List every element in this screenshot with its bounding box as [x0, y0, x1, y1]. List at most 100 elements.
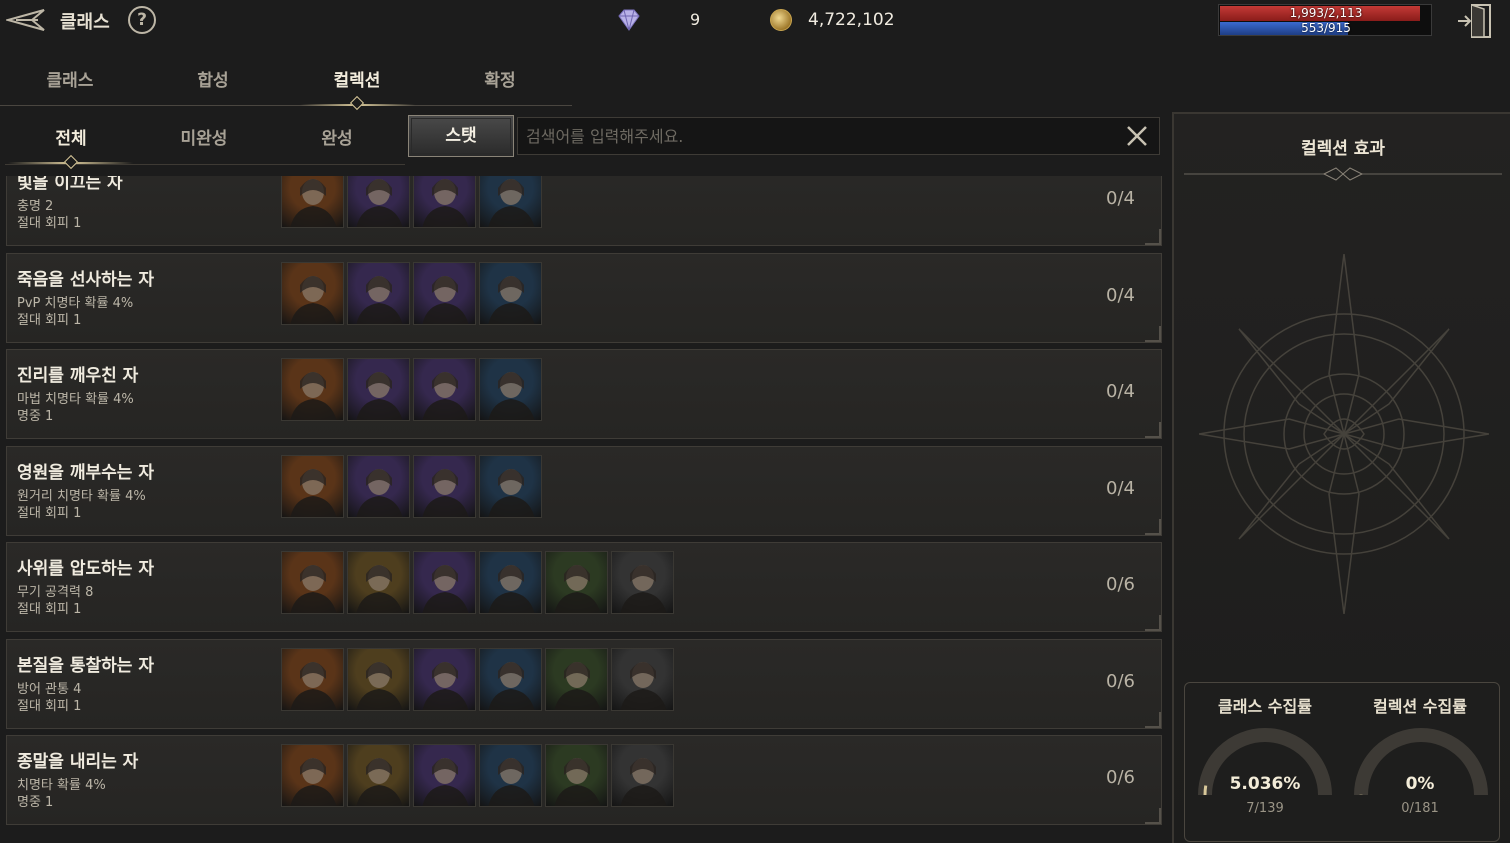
- character-portrait[interactable]: [611, 744, 674, 807]
- character-portrait[interactable]: [281, 551, 344, 614]
- collection-stat: 절대 회피 1: [17, 505, 82, 521]
- collection-rate-count: 0/181: [1401, 801, 1439, 816]
- character-portrait[interactable]: [479, 454, 542, 518]
- character-portrait[interactable]: [479, 176, 542, 228]
- character-portrait[interactable]: [281, 647, 344, 711]
- sub-tab-bar: 전체 미완성 완성 스탯: [0, 112, 1165, 170]
- panel-title: 컬렉션 효과: [1300, 139, 1386, 159]
- collection-row[interactable]: 진리를 깨우친 자 마법 치명타 확률 4% 명중 1 0/4: [6, 349, 1162, 439]
- collection-row[interactable]: 영원을 깨부수는 자 원거리 치명타 확률 4% 절대 회피 1 0/4: [6, 445, 1162, 536]
- main-tab-bar: 클래스 합성 컬렉션 확정: [0, 54, 572, 111]
- collection-name: 본질을 통찰하는 자: [17, 655, 154, 676]
- collection-effect-panel: 컬렉션 효과 클래스 수집률 컬렉션 수집률 5.036% 0% 7/139 0…: [1172, 112, 1510, 843]
- page-title: 클래스: [60, 12, 110, 33]
- collection-row[interactable]: 빛을 이끄는 자 충명 2 절대 회피 1 0/4: [6, 176, 1162, 246]
- collection-row[interactable]: 본질을 통찰하는 자 방어 관통 4 절대 회피 1 0/6: [6, 638, 1162, 729]
- character-portrait[interactable]: [545, 744, 608, 807]
- collection-name: 진리를 깨우친 자: [17, 366, 139, 386]
- collection-progress-count: 0/4: [1106, 188, 1135, 209]
- collection-progress-count: 0/6: [1106, 670, 1135, 692]
- hp-text: 1,993/2,113: [1289, 6, 1363, 20]
- portrait-list: [281, 358, 542, 422]
- character-portrait[interactable]: [413, 261, 476, 325]
- gold-coin-icon: [770, 9, 792, 31]
- stat-filter-button[interactable]: 스탯: [408, 115, 514, 157]
- tab-synthesis[interactable]: 합성: [143, 66, 283, 91]
- active-tab-diamond-icon: [349, 95, 365, 111]
- subtab-incomplete[interactable]: 미완성: [139, 124, 269, 149]
- mp-text: 553/915: [1301, 21, 1351, 35]
- character-portrait[interactable]: [479, 358, 542, 421]
- character-portrait[interactable]: [347, 744, 410, 807]
- collection-progress-count: 0/4: [1106, 477, 1135, 499]
- character-portrait[interactable]: [413, 358, 476, 421]
- character-portrait[interactable]: [545, 647, 608, 711]
- character-portrait[interactable]: [611, 551, 674, 614]
- collection-name: 빛을 이끄는 자: [17, 176, 123, 193]
- collection-row[interactable]: 죽음을 선사하는 자 PvP 치명타 확률 4% 절대 회피 1 0/4: [6, 252, 1162, 343]
- subtab-complete[interactable]: 완성: [272, 124, 402, 149]
- search-input[interactable]: [526, 122, 1106, 150]
- collection-rate-percent: 0%: [1405, 774, 1435, 794]
- collection-progress-count: 0/4: [1106, 284, 1135, 306]
- hp-mp-bars: 1,993/2,113 553/915: [1218, 4, 1432, 36]
- back-arrow-icon[interactable]: [4, 6, 46, 34]
- character-portrait[interactable]: [413, 176, 476, 228]
- collection-row[interactable]: 사위를 압도하는 자 무기 공격력 8 절대 회피 1 0/6: [6, 542, 1162, 632]
- collection-name: 영원을 깨부수는 자: [17, 462, 154, 483]
- collection-name: 사위를 압도하는 자: [17, 559, 154, 579]
- clear-search-icon[interactable]: [1125, 124, 1149, 148]
- character-portrait[interactable]: [347, 551, 410, 614]
- character-portrait[interactable]: [479, 551, 542, 614]
- class-rate-count: 7/139: [1246, 801, 1284, 816]
- subtab-all[interactable]: 전체: [6, 124, 136, 149]
- exit-door-icon[interactable]: [1456, 2, 1496, 40]
- collection-list[interactable]: 빛을 이끄는 자 충명 2 절대 회피 1 0/4 죽음을 선사하는 자 PvP 치명타 …: [6, 176, 1162, 843]
- character-portrait[interactable]: [413, 744, 476, 807]
- portrait-list: [281, 261, 542, 326]
- collection-stat: 명중 1: [17, 795, 54, 810]
- character-portrait[interactable]: [479, 261, 542, 325]
- character-portrait[interactable]: [479, 647, 542, 711]
- collection-stat: 절대 회피 1: [17, 602, 82, 617]
- character-portrait[interactable]: [413, 454, 476, 518]
- character-portrait[interactable]: [281, 744, 344, 807]
- collection-progress-count: 0/6: [1106, 767, 1135, 788]
- collection-stat: 절대 회피 1: [17, 216, 82, 231]
- tab-confirm[interactable]: 확정: [430, 66, 570, 91]
- tab-class[interactable]: 클래스: [0, 66, 140, 91]
- character-portrait[interactable]: [545, 551, 608, 614]
- collection-stat: 명중 1: [17, 409, 54, 424]
- character-portrait[interactable]: [413, 647, 476, 711]
- character-portrait[interactable]: [347, 454, 410, 518]
- collection-name: 종말을 내리는 자: [17, 752, 139, 772]
- collection-name: 죽음을 선사하는 자: [17, 269, 154, 290]
- character-portrait[interactable]: [281, 358, 344, 421]
- character-portrait[interactable]: [281, 261, 344, 325]
- character-portrait[interactable]: [347, 647, 410, 711]
- collection-rate-label: 컬렉션 수집률: [1373, 697, 1467, 716]
- character-portrait[interactable]: [281, 454, 344, 518]
- character-portrait[interactable]: [281, 176, 344, 228]
- sub-tab-divider: [5, 164, 405, 165]
- top-bar: 클래스 ? 9 4,722,102 1,993/2,113 553/915: [0, 0, 1510, 42]
- character-portrait[interactable]: [347, 261, 410, 325]
- character-portrait[interactable]: [347, 176, 410, 228]
- class-rate-label: 클래스 수집률: [1218, 697, 1312, 716]
- portrait-list: [281, 647, 674, 712]
- character-portrait[interactable]: [611, 647, 674, 711]
- character-portrait[interactable]: [479, 744, 542, 807]
- character-portrait[interactable]: [413, 551, 476, 614]
- portrait-list: [281, 176, 542, 229]
- collection-row[interactable]: 종말을 내리는 자 치명타 확률 4% 명중 1 0/6: [6, 735, 1162, 825]
- collection-rates-box: 클래스 수집률 컬렉션 수집률 5.036% 0% 7/139 0/181: [1184, 682, 1500, 842]
- character-portrait[interactable]: [347, 358, 410, 421]
- diamond-icon: [615, 8, 643, 32]
- help-button[interactable]: ?: [128, 6, 156, 34]
- tab-collection[interactable]: 컬렉션: [287, 66, 427, 91]
- gold-count: 4,722,102: [808, 10, 895, 30]
- portrait-list: [281, 551, 674, 615]
- collection-progress-count: 0/4: [1106, 381, 1135, 402]
- diamond-count: 9: [690, 10, 701, 29]
- active-subtab-diamond-icon: [63, 154, 79, 170]
